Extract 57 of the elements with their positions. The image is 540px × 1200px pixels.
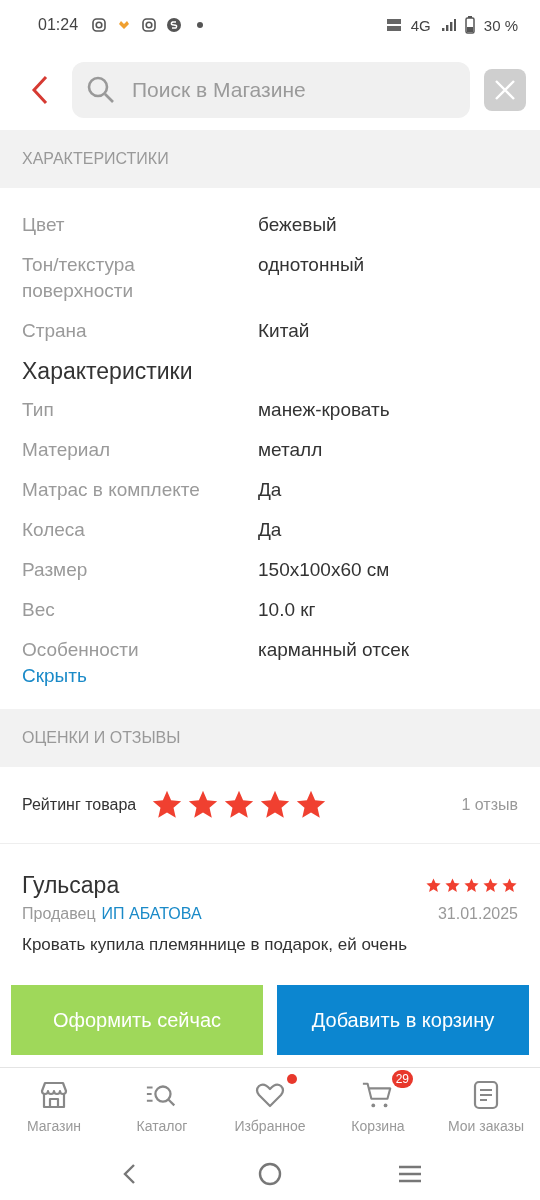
star-icon — [444, 877, 461, 894]
hide-link[interactable]: Скрыть — [22, 663, 87, 689]
spec-value: однотонный — [258, 253, 365, 277]
camera-app-icon — [91, 17, 108, 33]
star-icon — [463, 877, 480, 894]
camera-app-icon — [141, 17, 158, 33]
status-time: 01:24 — [38, 16, 79, 34]
group-title: Характеристики — [22, 358, 194, 385]
star-icon — [482, 877, 499, 894]
spec-label: Особенности — [22, 638, 140, 662]
spec-label: Цвет — [22, 213, 66, 237]
cart-count-badge: 29 — [391, 1070, 413, 1088]
star-icon — [425, 877, 442, 894]
buy-now-button[interactable]: Оформить сейчас — [11, 985, 263, 1055]
spec-label: Страна — [22, 319, 88, 343]
section-header: ОЦЕНКИ И ОТЗЫВЫ — [0, 709, 540, 767]
spec-label: Вес — [22, 598, 56, 622]
spec-label: Тон/текстура поверхности — [22, 253, 136, 303]
nav-tab[interactable]: Магазин — [27, 1118, 81, 1134]
spec-label: Материал — [22, 438, 112, 462]
seller-link[interactable]: ИП АБАТОВА — [101, 905, 202, 923]
review-date: 31.01.2025 — [437, 905, 518, 923]
seller-label: Продавец — [22, 905, 96, 923]
review-author: Гульсара — [22, 872, 120, 899]
star-icon — [501, 877, 518, 894]
back-chevron-icon — [30, 74, 50, 106]
spec-label: Колеса — [22, 518, 86, 542]
review-text: Кровать купила племяннице в подарок, ей очень — [22, 935, 408, 955]
nav-tab[interactable]: Каталог — [136, 1118, 188, 1134]
battery-level: 30 % — [483, 16, 518, 34]
add-to-cart-button[interactable]: Добавить в корзину — [277, 985, 529, 1055]
spec-value: Да — [258, 478, 282, 502]
home-nav-icon[interactable] — [258, 1162, 282, 1186]
nav-tab[interactable]: Корзина — [351, 1118, 405, 1134]
spec-value: 150х100х60 см — [258, 558, 390, 582]
search-field[interactable]: Поиск в Магазине — [72, 62, 470, 118]
search-icon — [86, 75, 116, 105]
signal-icon — [439, 17, 456, 33]
spec-value: карманный отсек — [258, 638, 410, 662]
spec-value: Китай — [258, 319, 310, 343]
close-icon — [493, 78, 517, 102]
spec-label: Матрас в комплекте — [22, 478, 201, 502]
spec-label: Тип — [22, 398, 55, 422]
spec-value: 10.0 кг — [258, 598, 316, 622]
section-header: ХАРАКТЕРИСТИКИ — [0, 130, 540, 188]
battery-icon — [464, 16, 475, 34]
spec-value: бежевый — [258, 213, 337, 237]
spec-value: Да — [258, 518, 282, 542]
nav-tab[interactable]: Избранное — [234, 1118, 306, 1134]
notification-dot-icon — [197, 22, 204, 28]
nav-tab[interactable]: Мои заказы — [447, 1118, 525, 1134]
network-type: 4G — [410, 16, 431, 34]
review-count: 1 отзыв — [461, 796, 518, 814]
spec-value: металл — [258, 438, 323, 462]
spec-label: Размер — [22, 558, 89, 582]
rating-label: Рейтинг товара — [22, 796, 137, 814]
spec-value: манеж-кровать — [258, 398, 390, 422]
